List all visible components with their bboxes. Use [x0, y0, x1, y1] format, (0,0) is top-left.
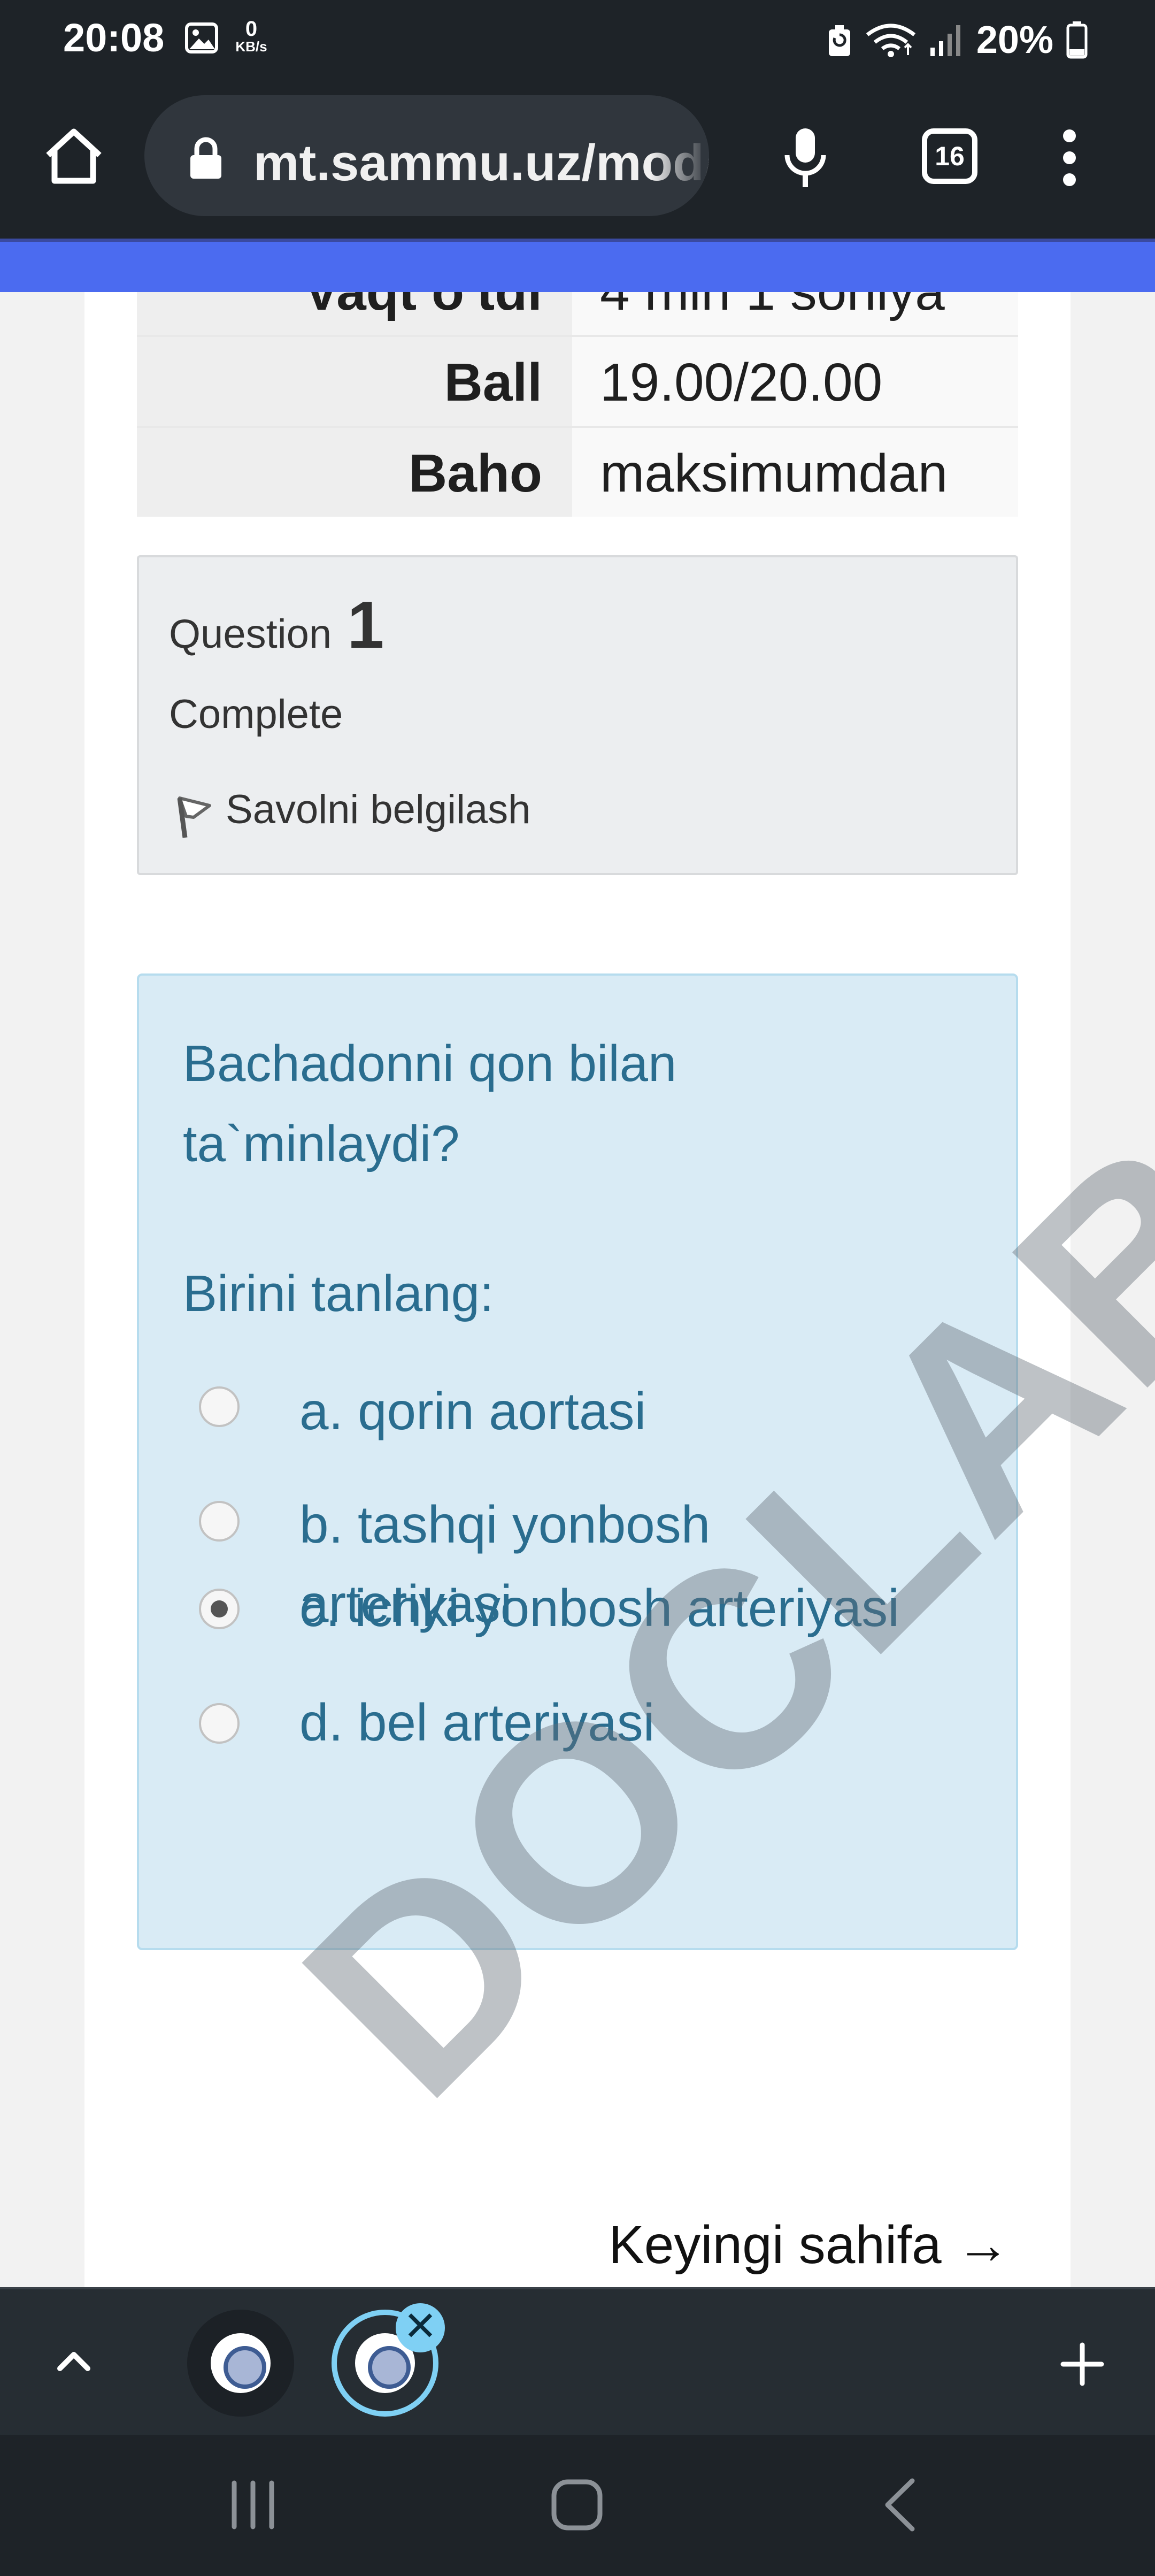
- answer-radio[interactable]: [199, 1386, 240, 1427]
- answer-radio-selected[interactable]: [199, 1589, 240, 1629]
- summary-value: 19.00/20.00: [572, 337, 1018, 426]
- wifi-icon: [866, 24, 916, 57]
- flag-question-link[interactable]: Savolni belgilash: [226, 786, 530, 833]
- tab-thumbnail[interactable]: [187, 2310, 294, 2417]
- signal-icon: [930, 25, 960, 56]
- chevron-up-icon[interactable]: [52, 2340, 95, 2382]
- image-notification-icon: [185, 22, 218, 53]
- navigation-bar: [0, 2435, 1155, 2576]
- more-options-icon[interactable]: [1053, 123, 1085, 193]
- answer-label[interactable]: d. bel arteriyasi: [299, 1683, 655, 1762]
- home-icon[interactable]: [42, 124, 106, 188]
- summary-label: Baho: [137, 428, 572, 517]
- answer-prompt: Birini tanlang:: [183, 1265, 494, 1322]
- answer-label[interactable]: a. qorin aortasi: [299, 1371, 646, 1451]
- lock-icon: [190, 137, 221, 179]
- question-content: Bachadonni qon bilan ta`minlaydi? Birini…: [137, 973, 1018, 1950]
- network-speed: 0 KB/s: [235, 17, 267, 55]
- battery-icon: [1066, 21, 1088, 59]
- recent-apps-icon[interactable]: [218, 2470, 288, 2540]
- new-tab-icon[interactable]: [1060, 2342, 1105, 2387]
- tab-switcher-button[interactable]: 16: [922, 128, 977, 184]
- question-text: Bachadonni qon bilan ta`minlaydi?: [183, 1035, 677, 1172]
- system-icons: 20%: [827, 16, 1088, 64]
- home-button-icon[interactable]: [542, 2470, 612, 2540]
- microphone-icon[interactable]: [779, 126, 832, 190]
- site-logo-icon: [211, 2333, 271, 2393]
- answer-radio[interactable]: [199, 1703, 240, 1744]
- question-info-box: Question 1 Complete Savolni belgilash: [137, 555, 1018, 875]
- question-number: Question 1: [169, 588, 384, 662]
- loading-bar-overlay: [0, 239, 1155, 292]
- next-page-link[interactable]: Keyingi sahifa →: [609, 2214, 1010, 2276]
- browser-toolbar: mt.sammu.uz/mod/quiz/review.php 16: [0, 80, 1155, 239]
- saver-icon: [828, 25, 850, 56]
- status-time: 20:08: [63, 16, 165, 60]
- summary-value: maksimumdan: [572, 428, 1018, 517]
- flag-icon[interactable]: [172, 793, 215, 841]
- close-tab-icon[interactable]: ✕: [396, 2303, 445, 2352]
- answer-label[interactable]: c. ichki yonbosh arteriyasi: [299, 1568, 899, 1647]
- answer-radio[interactable]: [199, 1501, 240, 1542]
- summary-row: Baho maksimumdan: [137, 426, 1018, 517]
- tab-strip: ✕: [0, 2287, 1155, 2435]
- address-bar[interactable]: mt.sammu.uz/mod/quiz/review.php: [144, 95, 709, 216]
- battery-percent: 20%: [976, 19, 1053, 62]
- status-bar: 20:08 0 KB/s 20%: [0, 0, 1155, 80]
- url-text[interactable]: mt.sammu.uz/mod/quiz/review.php: [253, 134, 709, 193]
- back-icon[interactable]: [866, 2470, 936, 2540]
- question-state: Complete: [169, 692, 343, 737]
- summary-label: Ball: [137, 337, 572, 426]
- summary-row: Ball 19.00/20.00: [137, 335, 1018, 426]
